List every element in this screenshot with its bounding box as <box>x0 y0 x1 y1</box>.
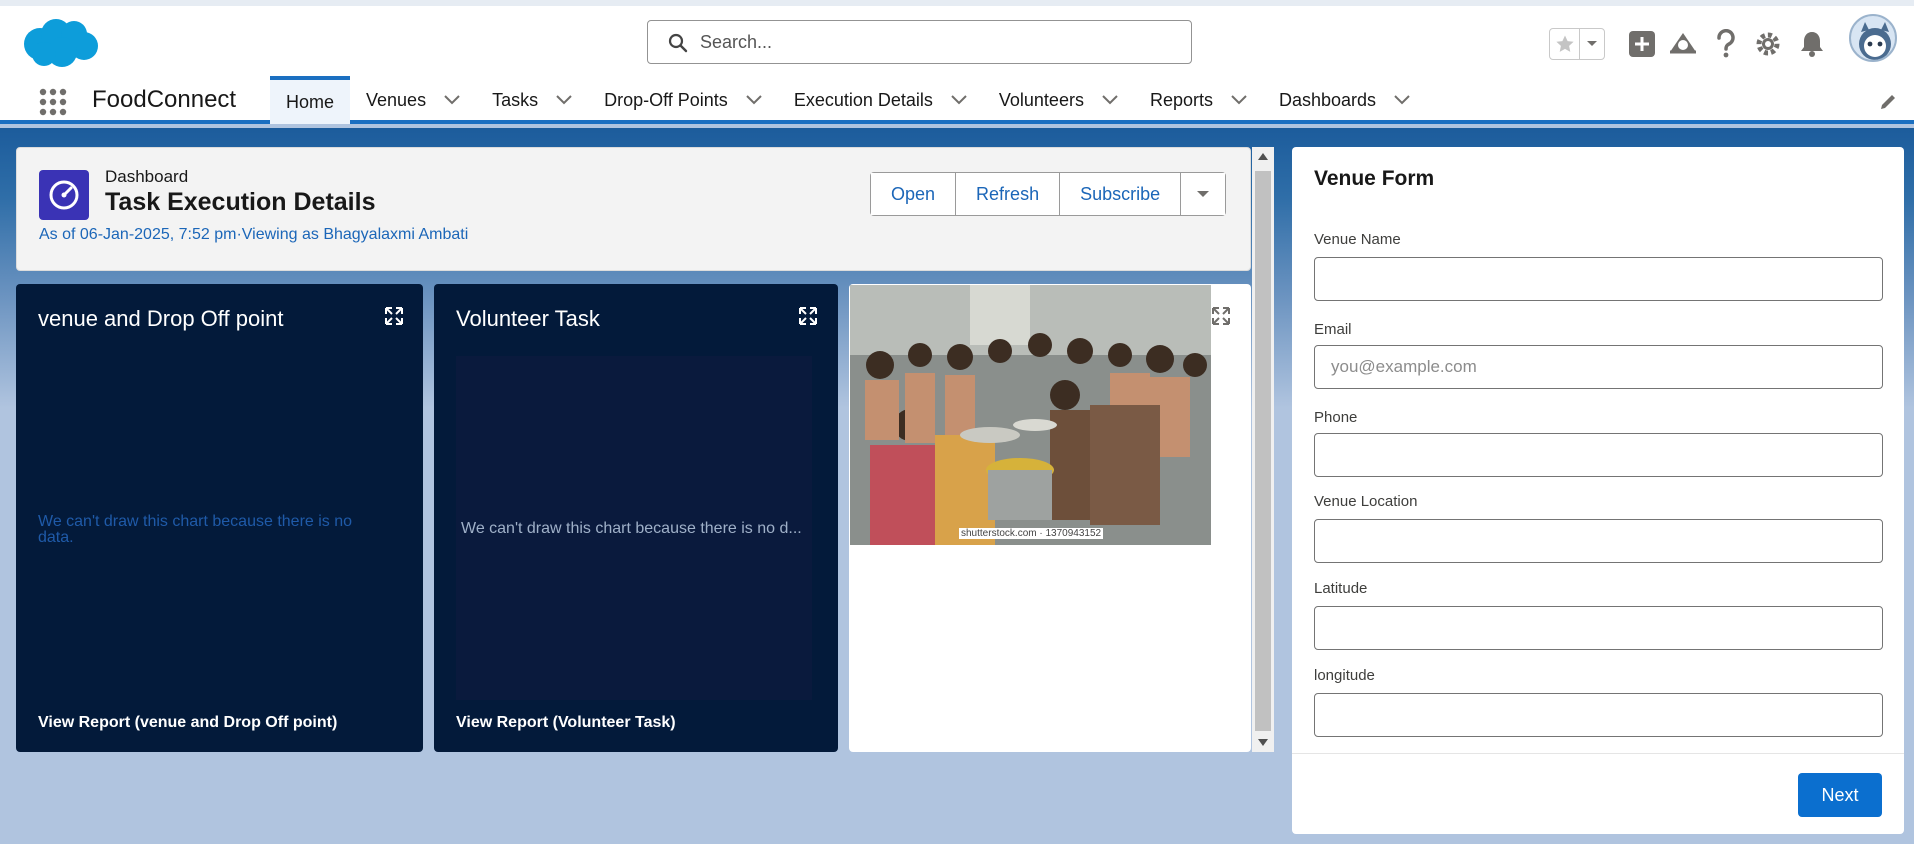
venue-form: Venue Form Venue Name Email Phone Venue … <box>1292 147 1904 834</box>
chevron-down-icon[interactable] <box>444 95 460 105</box>
open-button[interactable]: Open <box>871 173 957 215</box>
dashboard-actions: Open Refresh Subscribe <box>870 172 1227 216</box>
expand-icon[interactable] <box>1211 306 1231 326</box>
image-credit: shutterstock.com · 1370943152 <box>959 528 1104 539</box>
tab-label: Drop-Off Points <box>604 89 728 110</box>
phone-label: Phone <box>1314 409 1358 426</box>
widget-title: venue and Drop Off point <box>38 306 284 331</box>
subscribe-button[interactable]: Subscribe <box>1060 173 1182 215</box>
venue-name-field[interactable] <box>1314 257 1883 301</box>
plus-icon[interactable] <box>1626 28 1658 60</box>
app-nav-bar: FoodConnect Home Venues Tasks Drop-Off P… <box>0 76 1914 124</box>
tab-label: Volunteers <box>998 89 1084 110</box>
global-header <box>0 0 1914 76</box>
tab-label: Execution Details <box>793 89 933 110</box>
avatar[interactable] <box>1849 14 1897 62</box>
chart-area: We can't draw this chart because there i… <box>456 356 812 700</box>
search-icon <box>668 33 688 53</box>
nav-tabs: Home Venues Tasks Drop-Off Points Execut… <box>270 76 1426 124</box>
dashboard-scrollbar[interactable] <box>1252 147 1274 752</box>
email-field[interactable] <box>1314 345 1883 389</box>
latitude-label: Latitude <box>1314 580 1368 597</box>
trailhead-icon[interactable] <box>1667 28 1699 60</box>
dashboard-widget-image: shutterstock.com · 1370943152 <box>849 284 1251 752</box>
pencil-icon[interactable] <box>1878 92 1898 112</box>
chevron-down-icon <box>1197 190 1210 197</box>
venue-location-field[interactable] <box>1314 519 1883 563</box>
chevron-down-icon[interactable] <box>746 95 762 105</box>
email-label: Email <box>1314 321 1352 338</box>
bell-icon[interactable] <box>1796 28 1828 60</box>
expand-icon[interactable] <box>798 306 818 326</box>
chevron-down-icon[interactable] <box>1231 95 1247 105</box>
global-search[interactable] <box>647 20 1192 64</box>
chevron-down-icon[interactable] <box>556 95 572 105</box>
tab-venues[interactable]: Venues <box>350 76 476 124</box>
no-data-message: We can't draw this chart because there i… <box>461 520 802 537</box>
form-divider <box>1292 753 1904 754</box>
app-launcher-icon[interactable] <box>38 87 68 117</box>
tab-label: Dashboards <box>1278 89 1377 110</box>
page-title: Task Execution Details <box>105 188 376 216</box>
more-actions-button[interactable] <box>1181 173 1226 215</box>
dashboard-as-of-text: As of 06-Jan-2025, 7:52 pm·Viewing as Bh… <box>39 226 469 243</box>
chevron-down-icon[interactable] <box>1394 95 1410 105</box>
dashboard-header: Dashboard Task Execution Details As of 0… <box>16 147 1251 271</box>
app-name: FoodConnect <box>92 86 237 113</box>
venue-location-label: Venue Location <box>1314 493 1418 510</box>
tab-label: Venues <box>366 89 427 110</box>
chevron-down-icon[interactable] <box>951 95 967 105</box>
food-distribution-photo <box>850 285 1211 545</box>
view-report-link[interactable]: View Report (Volunteer Task) <box>456 714 676 732</box>
scrollbar-thumb[interactable] <box>1255 171 1271 731</box>
search-input[interactable] <box>700 29 1180 55</box>
latitude-field[interactable] <box>1314 606 1883 650</box>
star-icon[interactable] <box>1550 29 1580 59</box>
no-data-message: We can't draw this chart because there i… <box>38 513 353 546</box>
widget-title: Volunteer Task <box>456 306 600 331</box>
dashboard-type-label: Dashboard <box>105 167 189 186</box>
scroll-down-icon[interactable] <box>1257 738 1269 748</box>
tab-home[interactable]: Home <box>270 76 351 124</box>
view-report-link[interactable]: View Report (venue and Drop Off point) <box>38 714 337 732</box>
gear-icon[interactable] <box>1752 28 1784 60</box>
refresh-button[interactable]: Refresh <box>956 173 1061 215</box>
chevron-down-icon[interactable] <box>1102 95 1118 105</box>
tab-volunteers[interactable]: Volunteers <box>983 76 1134 124</box>
next-button[interactable]: Next <box>1798 773 1882 817</box>
salesforce-cloud-logo[interactable] <box>20 14 100 70</box>
phone-field[interactable] <box>1314 433 1883 477</box>
longitude-field[interactable] <box>1314 693 1883 737</box>
help-icon[interactable] <box>1710 28 1742 60</box>
tab-drop-off-points[interactable]: Drop-Off Points <box>588 76 778 124</box>
dashboard-widget-venue: venue and Drop Off point We can't draw t… <box>16 284 423 752</box>
expand-icon[interactable] <box>384 306 404 326</box>
longitude-label: longitude <box>1314 667 1375 684</box>
tab-dashboards[interactable]: Dashboards <box>1263 76 1426 124</box>
tab-execution-details[interactable]: Execution Details <box>778 76 983 124</box>
dashboard-icon <box>39 170 89 220</box>
tab-reports[interactable]: Reports <box>1134 76 1263 124</box>
form-title: Venue Form <box>1314 167 1435 190</box>
tab-label: Tasks <box>492 89 539 110</box>
tab-tasks[interactable]: Tasks <box>476 76 588 124</box>
tab-label: Home <box>286 91 335 112</box>
chevron-down-icon[interactable] <box>1580 29 1604 59</box>
scroll-up-icon[interactable] <box>1257 151 1269 161</box>
tab-label: Reports <box>1149 89 1213 110</box>
avatar-icon <box>1859 22 1891 60</box>
venue-name-label: Venue Name <box>1314 231 1401 248</box>
dashboard-widget-volunteer-task: Volunteer Task We can't draw this chart … <box>434 284 838 752</box>
favorites-button-group[interactable] <box>1549 28 1605 60</box>
